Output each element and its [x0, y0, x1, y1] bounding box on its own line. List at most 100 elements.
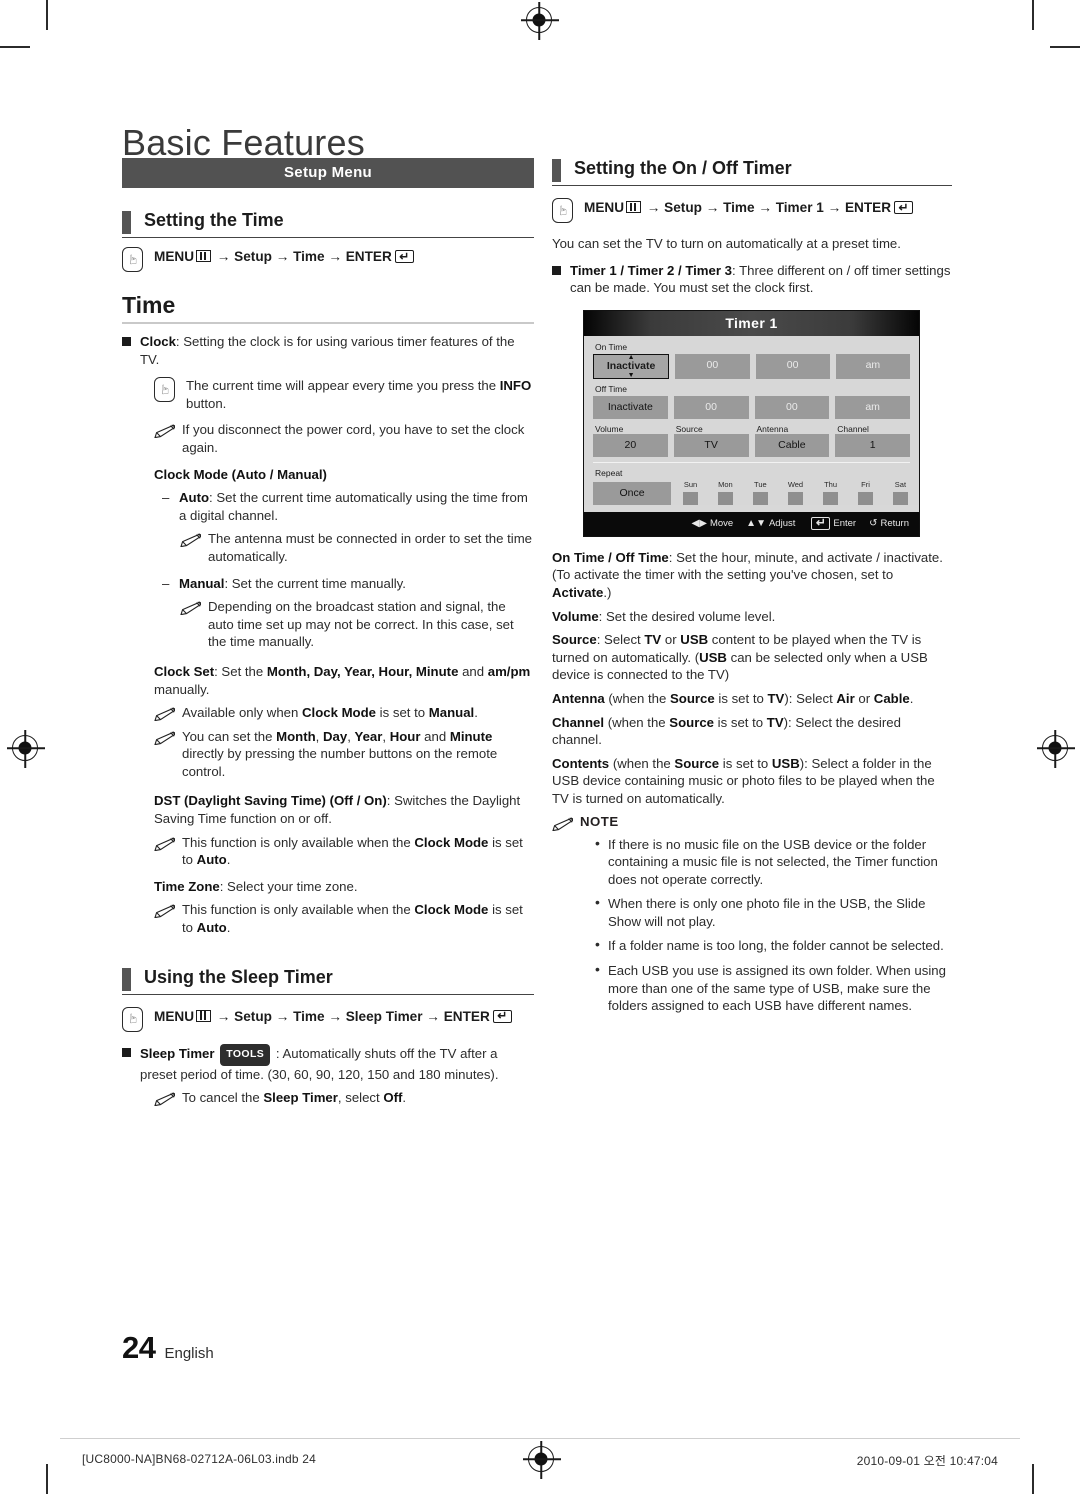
page-number: 24	[122, 1330, 156, 1365]
osd-day-box[interactable]	[752, 491, 768, 505]
note-info-button: The current time will appear every time …	[154, 377, 534, 412]
osd-day-sun[interactable]: Sun	[683, 480, 698, 505]
n2day: Day	[322, 728, 348, 744]
osd-value-source[interactable]: TV	[673, 433, 749, 457]
note-info-text: The current time will appear every time …	[186, 377, 534, 412]
osd-day-label: Tue	[754, 479, 767, 489]
dst-note-text: This function is only available when the…	[182, 834, 534, 869]
osd-off-time-label: Off Time	[595, 383, 627, 394]
osd-on-time-state[interactable]: Inactivate	[593, 353, 670, 379]
n2month: Month	[276, 728, 316, 744]
list-item: When there is only one photo file in the…	[592, 894, 952, 930]
enter-icon	[394, 250, 414, 263]
heading-setting-the-time: Setting the Time	[122, 210, 534, 238]
n2and: and	[420, 728, 450, 744]
da-tv: TV	[767, 690, 785, 706]
osd-day-label: Sat	[894, 479, 907, 489]
osd-day-thu[interactable]: Thu	[823, 480, 839, 505]
ste: .	[402, 1090, 407, 1106]
osd-field-values: 20 TV Cable 1	[593, 433, 910, 457]
osd-day-wed[interactable]: Wed	[788, 480, 803, 505]
osd-repeat-box: Once	[593, 481, 671, 505]
pencil-note-icon	[154, 731, 175, 745]
note-list: If there is no music file on the USB dev…	[592, 835, 952, 1015]
osd-on-time-minute[interactable]: 00	[755, 353, 830, 379]
osd-day-tue[interactable]: Tue	[752, 479, 768, 505]
osd-value-channel[interactable]: 1	[835, 433, 910, 457]
osd-off-time-ampm[interactable]: am	[835, 395, 910, 419]
manual-text: Manual: Set the current time manually.	[179, 575, 534, 593]
sleep-timer-label: Sleep Timer	[140, 1045, 215, 1061]
osd-day-fri[interactable]: Fri	[857, 479, 873, 505]
osd-off-time-hour[interactable]: 00	[673, 395, 749, 419]
menu-path-text: MENU → Setup → Time → ENTER	[154, 247, 534, 266]
def-contents: Contents (when the Source is set to USB)…	[552, 755, 952, 808]
auto-text: Auto: Set the current time automatically…	[179, 489, 534, 524]
clock-set-note-2-text: You can set the Month, Day, Year, Hour a…	[182, 728, 534, 781]
registration-mark-top	[526, 7, 552, 33]
da2: is set to	[714, 690, 768, 706]
clock-set-p2: and	[458, 663, 488, 679]
def-volume: Volume: Set the desired volume level.	[552, 608, 952, 626]
osd-repeat-value[interactable]: Once	[593, 481, 671, 505]
list-item: If there is no music file on the USB dev…	[592, 835, 952, 889]
osd-day-label: Fri	[861, 479, 870, 489]
auto-item: – Auto: Set the current time automatical…	[162, 489, 534, 524]
list-item: If a folder name is too long, the folder…	[592, 936, 952, 955]
osd-day-box[interactable]	[892, 491, 908, 505]
osd-hint-move-label: Move	[709, 517, 734, 529]
right-column: Setting the On / Off Timer MENU → Setup …	[552, 158, 952, 1022]
clock-text: : Setting the clock is for using various…	[140, 334, 515, 367]
osd-off-time-state[interactable]: Inactivate	[593, 395, 668, 419]
clock-set-ampm: am/pm	[487, 663, 531, 679]
timezone-desc: : Select your time zone.	[219, 878, 358, 894]
std: Off	[383, 1090, 403, 1106]
def-contents-label: Contents	[552, 755, 610, 771]
page-number-block: 24 English	[122, 1330, 214, 1366]
square-bullet-icon	[122, 337, 131, 346]
osd-day-box[interactable]	[717, 491, 733, 505]
dsta: This function is only available when the	[182, 834, 415, 850]
timezone-text: Time Zone: Select your time zone.	[154, 878, 534, 896]
osd-body: On Time Inactivate 00 00 am Off Time Ina…	[584, 335, 919, 505]
osd-day-box[interactable]	[857, 491, 873, 505]
osd-on-time-hour[interactable]: 00	[675, 353, 750, 379]
osd-day-label: Mon	[718, 479, 733, 489]
n1a: Available only when	[182, 705, 302, 721]
clock-set-p1: : Set the	[214, 663, 267, 679]
heading-accent-bar	[122, 211, 131, 234]
menu-path-enter: ENTER	[443, 1008, 490, 1024]
n2a: You can set the	[182, 728, 277, 744]
osd-value-antenna[interactable]: Cable	[754, 433, 830, 457]
manual-note: Depending on the broadcast station and s…	[180, 598, 534, 651]
osd-day-box[interactable]	[823, 491, 839, 505]
def-activate: Activate	[552, 584, 604, 600]
stc: , select	[337, 1090, 384, 1106]
timer-bullet-text: Timer 1 / Timer 2 / Timer 3: Three diffe…	[570, 262, 952, 297]
osd-day-box[interactable]	[683, 491, 698, 505]
osd-on-time-label: On Time	[595, 341, 628, 352]
osd-label-channel: Channel	[837, 423, 869, 434]
da1: (when the	[604, 690, 670, 706]
osd-repeat-label: Repeat	[595, 467, 623, 478]
left-column: Setup Menu Setting the Time MENU → Setup…	[122, 158, 534, 1107]
ds-usb2: USB	[699, 649, 727, 665]
osd-off-time-minute[interactable]: 00	[754, 395, 830, 419]
osd-day-sat[interactable]: Sat	[892, 479, 908, 505]
note-info-post: button.	[186, 395, 227, 411]
press-hand-icon	[552, 198, 573, 223]
timezone-note-text: This function is only available when the…	[182, 901, 534, 936]
clock-set-note-1-text: Available only when Clock Mode is set to…	[182, 704, 534, 722]
move-arrows-icon: ◀▶	[691, 517, 707, 529]
osd-day-box[interactable]	[787, 491, 803, 505]
osd-hint-enter: Enter	[808, 516, 856, 530]
footer-file-name: [UC8000-NA]BN68-02712A-06L03.indb 24	[82, 1452, 317, 1466]
stb: Sleep Timer	[263, 1090, 338, 1106]
pencil-note-icon	[154, 424, 175, 439]
osd-on-time-ampm[interactable]: am	[835, 353, 910, 379]
osd-day-mon[interactable]: Mon	[717, 479, 733, 505]
tzb: Clock Mode	[414, 902, 489, 918]
tze: .	[226, 920, 231, 936]
pencil-note-icon	[154, 707, 175, 722]
osd-value-volume[interactable]: 20	[593, 433, 668, 457]
